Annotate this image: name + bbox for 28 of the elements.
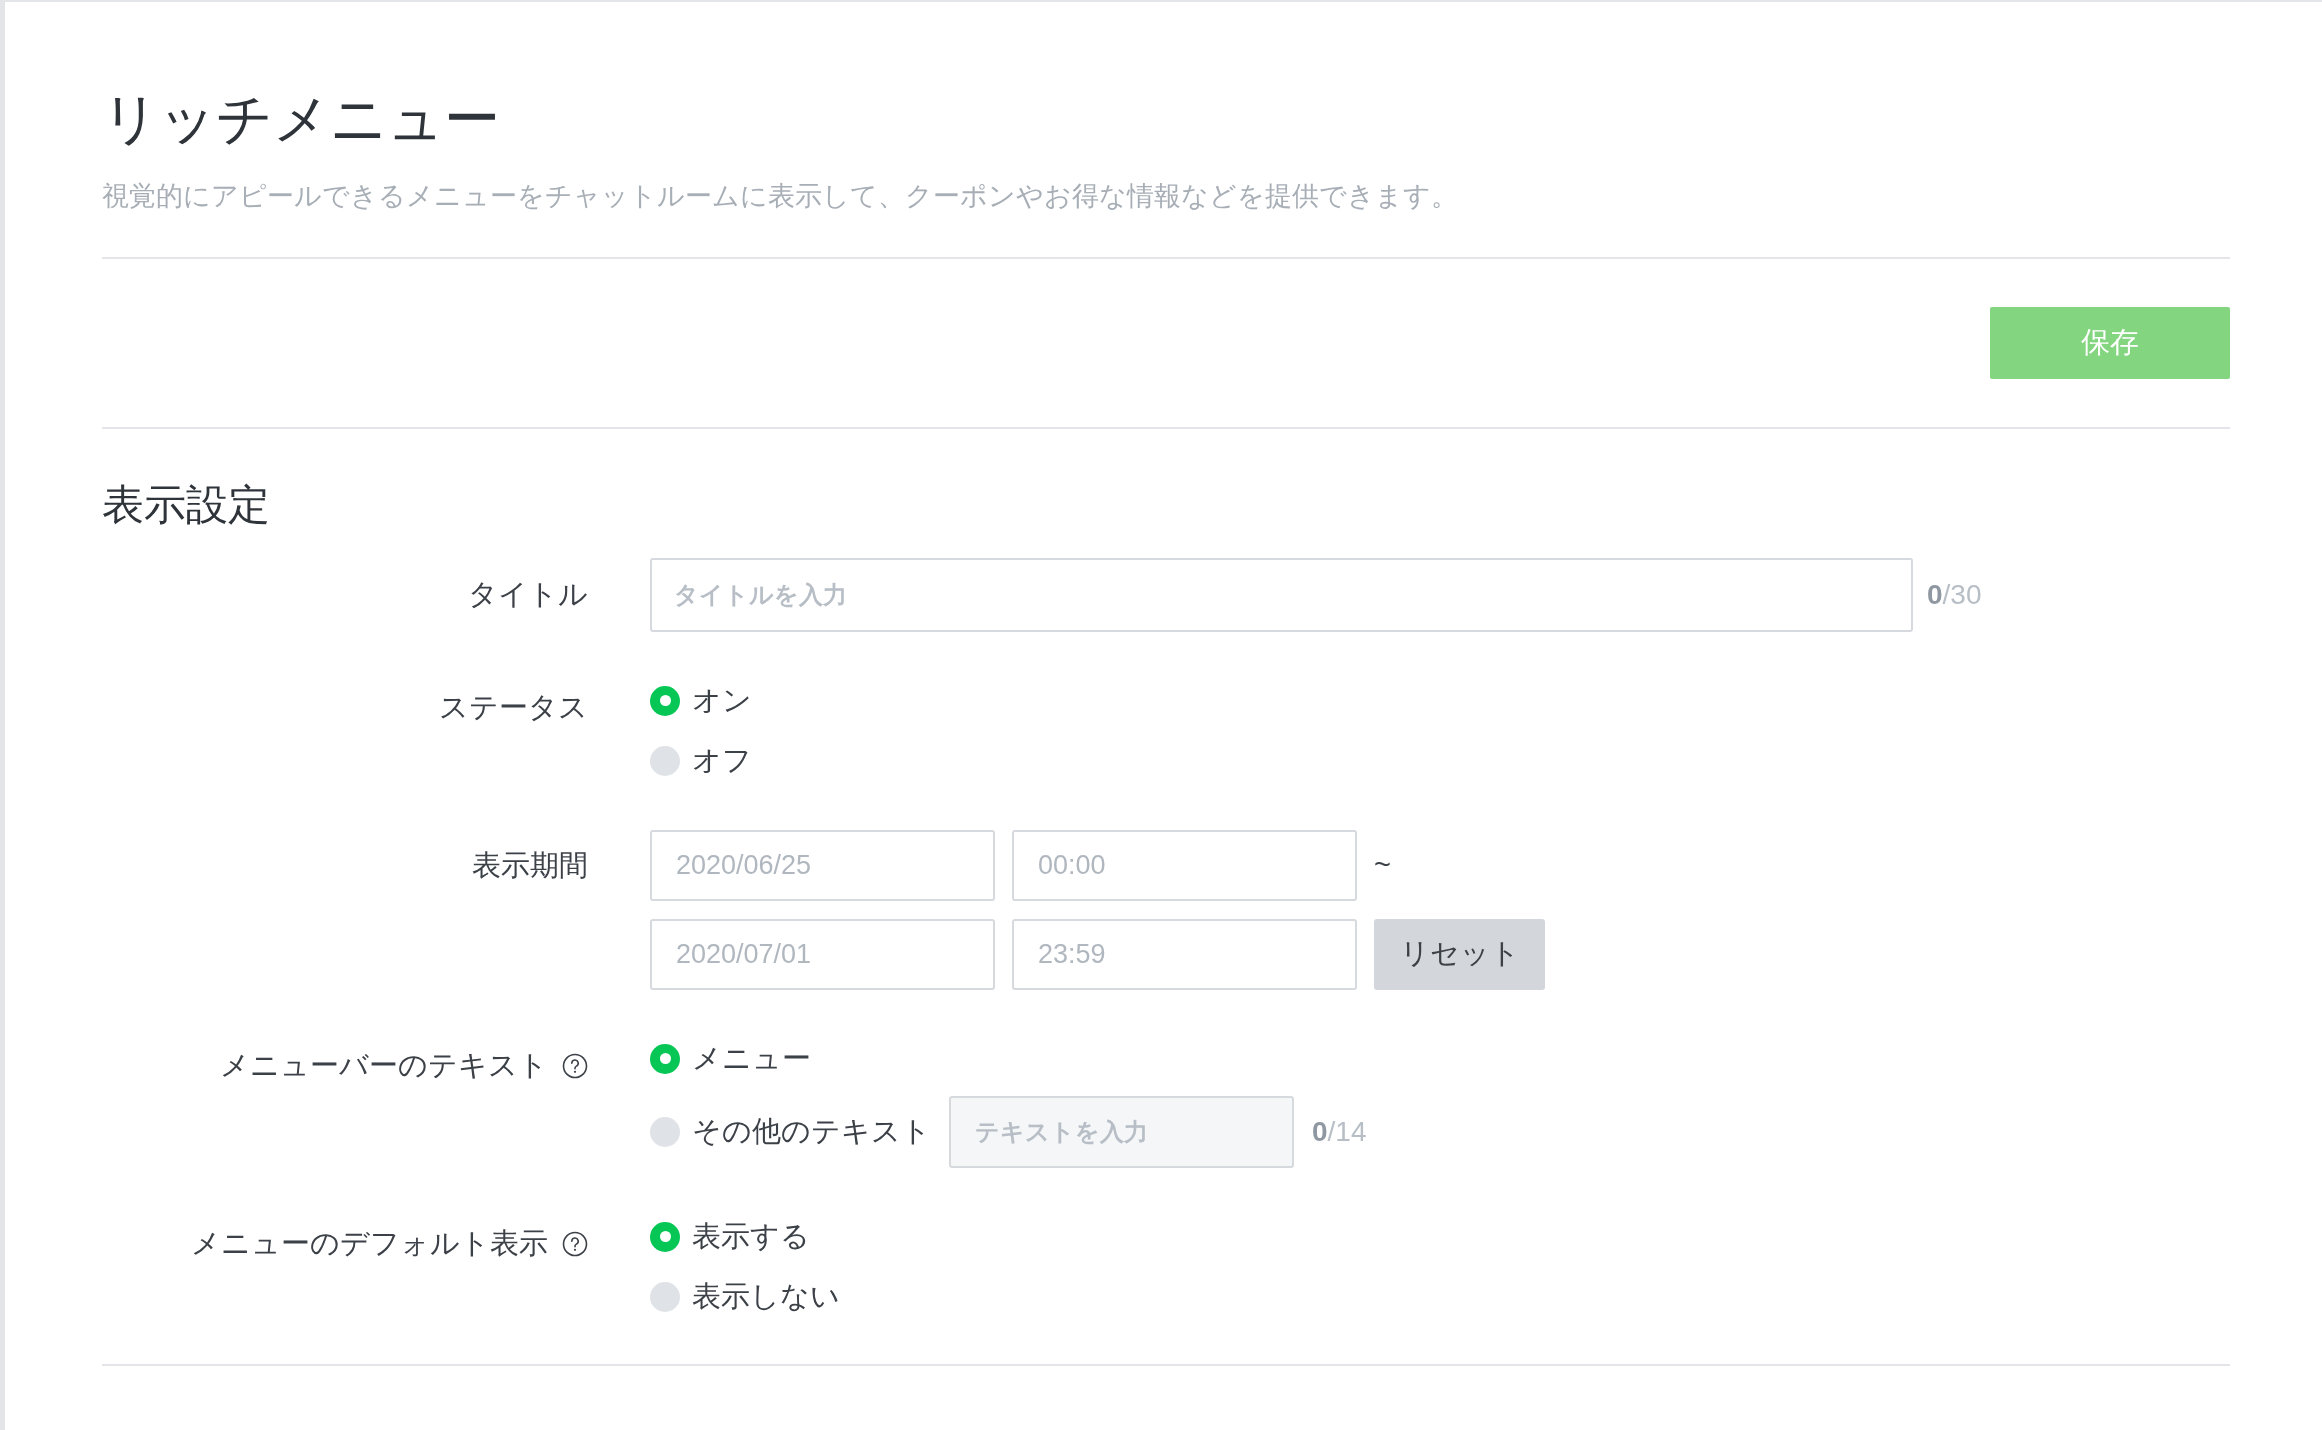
help-icon[interactable] [562,1052,588,1079]
title-input[interactable]: タイトルを入力 [650,557,1913,632]
character-counter: 0/30 [1927,577,1982,612]
radio-label[interactable]: オン [692,678,752,723]
radio-label[interactable]: オフ [692,738,752,783]
help-icon[interactable] [562,1230,588,1257]
radio-button[interactable] [650,1116,680,1147]
range-separator: ~ [1374,847,1391,883]
radio-label[interactable]: 表示する [692,1214,810,1259]
field-label: メニューバーのテキスト [220,1047,548,1083]
page-description: 視覚的にアピールできるメニューをチャットルームに表示して、クーポンやお得な情報などを提供できます。 [102,180,1459,213]
radio-button[interactable] [650,1043,680,1074]
field-label: タイトル [468,576,588,612]
character-counter: 0/14 [1312,1114,1367,1149]
field-label: メニューのデフォルト表示 [191,1225,548,1261]
field-label: 表示期間 [472,847,588,883]
radio-button[interactable] [650,745,680,776]
radio-button[interactable] [650,685,680,716]
radio-label[interactable]: その他のテキスト [692,1109,931,1154]
page-title: リッチメニュー [102,86,501,152]
radio-button[interactable] [650,1221,680,1252]
radio-label[interactable]: メニュー [692,1036,811,1081]
text-input[interactable]: テキストを入力 [949,1095,1294,1168]
field-label: ステータス [439,689,588,725]
radio-button[interactable] [650,1281,680,1312]
section-title: 表示設定 [102,479,271,530]
radio-label[interactable]: 表示しない [692,1274,840,1319]
reset-button[interactable]: リセット [1374,918,1545,990]
